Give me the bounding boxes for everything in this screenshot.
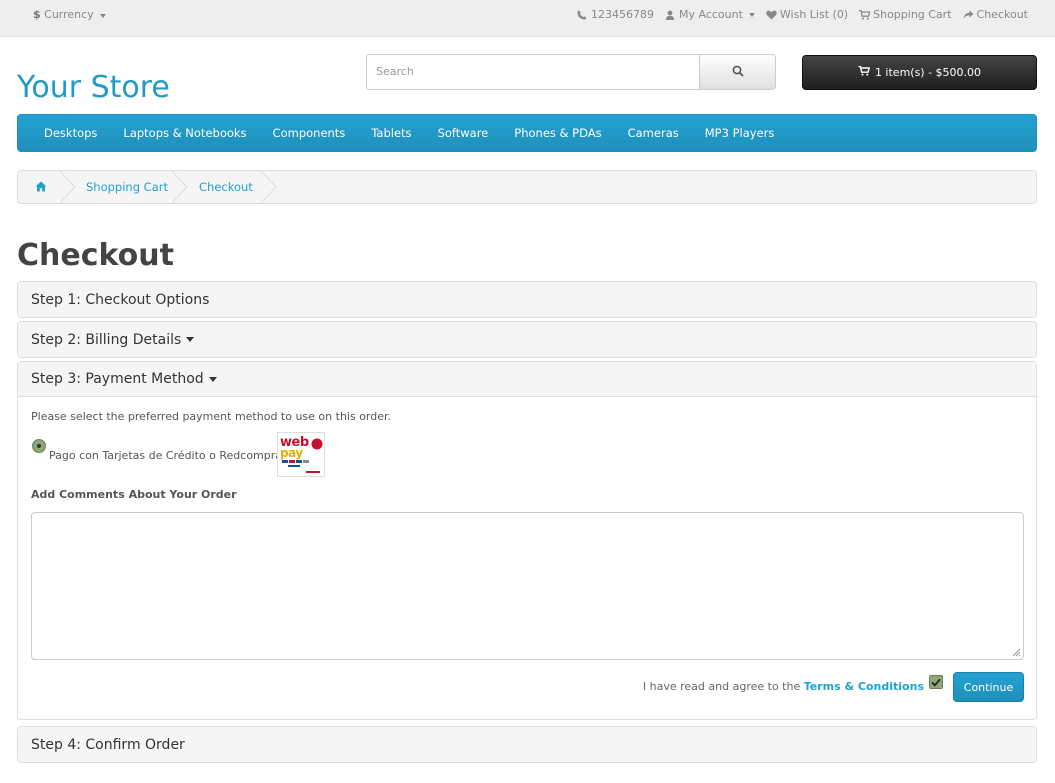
search-icon bbox=[732, 65, 744, 80]
search-bar: Search bbox=[366, 54, 776, 90]
step-1-title: Step 1: Checkout Options bbox=[31, 291, 210, 308]
resize-grip-icon[interactable] bbox=[1012, 648, 1021, 657]
search-button[interactable] bbox=[700, 54, 776, 90]
continue-button[interactable]: Continue bbox=[953, 672, 1024, 702]
breadcrumb-separator bbox=[171, 170, 188, 204]
page-title: Checkout bbox=[17, 238, 174, 273]
payment-method-radio[interactable] bbox=[32, 439, 46, 453]
terms-agreement: I have read and agree to the Terms & Con… bbox=[643, 680, 924, 693]
phone-link[interactable]: 123456789 bbox=[577, 8, 654, 21]
phone-icon bbox=[577, 9, 588, 20]
step-4-title: Step 4: Confirm Order bbox=[31, 736, 185, 753]
breadcrumb: Shopping Cart Checkout bbox=[17, 170, 1037, 204]
step-4-panel: Step 4: Confirm Order bbox=[17, 726, 1037, 763]
category-menu: Desktops Laptops & Notebooks Components … bbox=[17, 114, 1037, 152]
user-icon bbox=[665, 9, 676, 20]
agree-text: I have read and agree to the bbox=[642, 680, 801, 693]
step-2-heading[interactable]: Step 2: Billing Details bbox=[18, 322, 1036, 357]
payment-method-body: Please select the preferred payment meth… bbox=[18, 397, 1036, 719]
breadcrumb-separator bbox=[260, 170, 277, 204]
my-account-label: My Account bbox=[678, 8, 743, 21]
top-bar: $ Currency 123456789 My Account Wish Lis… bbox=[0, 0, 1055, 37]
menu-item-tablets[interactable]: Tablets bbox=[358, 126, 424, 140]
step-2-panel: Step 2: Billing Details bbox=[17, 321, 1037, 358]
svg-text:pay: pay bbox=[280, 446, 303, 460]
checkmark-icon bbox=[931, 678, 941, 687]
my-account-dropdown[interactable]: My Account bbox=[665, 8, 755, 21]
share-icon bbox=[963, 9, 974, 20]
shopping-cart-link[interactable]: Shopping Cart bbox=[859, 8, 952, 21]
terms-checkbox[interactable] bbox=[929, 675, 943, 689]
search-input[interactable]: Search bbox=[366, 54, 700, 90]
step-2-title: Step 2: Billing Details bbox=[31, 331, 182, 348]
menu-item-desktops[interactable]: Desktops bbox=[31, 126, 110, 140]
caret-down-icon bbox=[208, 376, 217, 382]
breadcrumb-checkout[interactable]: Checkout bbox=[199, 171, 253, 203]
cart-summary-text: 1 item(s) - $500.00 bbox=[874, 66, 982, 79]
comments-textarea[interactable] bbox=[31, 512, 1024, 660]
menu-item-laptops-notebooks[interactable]: Laptops & Notebooks bbox=[110, 126, 259, 140]
menu-item-mp3-players[interactable]: MP3 Players bbox=[692, 126, 788, 140]
menu-item-components[interactable]: Components bbox=[260, 126, 359, 140]
currency-symbol: $ bbox=[33, 8, 41, 21]
step-3-title: Step 3: Payment Method bbox=[31, 371, 204, 387]
checkout-link[interactable]: Checkout bbox=[963, 8, 1028, 21]
menu-item-phones-pdas[interactable]: Phones & PDAs bbox=[501, 126, 614, 140]
cart-icon bbox=[858, 65, 870, 79]
terms-link[interactable]: Terms & Conditions bbox=[804, 680, 924, 693]
step-1-heading[interactable]: Step 1: Checkout Options bbox=[18, 282, 1036, 317]
step-3-panel: Step 3: Payment Method Please select the… bbox=[17, 361, 1037, 720]
step-3-heading[interactable]: Step 3: Payment Method bbox=[18, 362, 1036, 397]
breadcrumb-shopping-cart[interactable]: Shopping Cart bbox=[86, 171, 168, 203]
top-links: 123456789 My Account Wish List (0) Shopp… bbox=[577, 8, 1028, 21]
payment-instruction: Please select the preferred payment meth… bbox=[31, 410, 392, 423]
payment-method-label[interactable]: Pago con Tarjetas de Crédito o Redcompra bbox=[49, 449, 282, 462]
menu-item-cameras[interactable]: Cameras bbox=[615, 126, 692, 140]
menu-item-software[interactable]: Software bbox=[425, 126, 502, 140]
cart-icon bbox=[859, 9, 871, 20]
caret-down-icon bbox=[186, 337, 195, 342]
comments-label: Add Comments About Your Order bbox=[31, 488, 237, 501]
currency-dropdown[interactable]: $ Currency bbox=[33, 8, 107, 21]
breadcrumb-separator bbox=[59, 170, 76, 204]
chevron-down-icon bbox=[748, 12, 755, 17]
home-link[interactable] bbox=[35, 171, 47, 203]
step-4-heading[interactable]: Step 4: Confirm Order bbox=[18, 727, 1036, 762]
step-1-panel: Step 1: Checkout Options bbox=[17, 281, 1037, 318]
currency-label: Currency bbox=[44, 8, 94, 21]
store-logo[interactable]: Your Store bbox=[17, 70, 170, 105]
webpay-logo: web pay bbox=[277, 432, 325, 477]
wish-list-link[interactable]: Wish List (0) bbox=[766, 8, 848, 21]
chevron-down-icon bbox=[100, 14, 107, 18]
cart-summary-button[interactable]: 1 item(s) - $500.00 bbox=[802, 55, 1037, 90]
shopping-cart-label: Shopping Cart bbox=[873, 8, 952, 21]
checkout-label: Checkout bbox=[976, 8, 1028, 21]
home-icon bbox=[35, 180, 47, 194]
heart-icon bbox=[766, 9, 777, 20]
phone-number: 123456789 bbox=[590, 8, 654, 21]
wish-list-label: Wish List (0) bbox=[779, 8, 849, 21]
